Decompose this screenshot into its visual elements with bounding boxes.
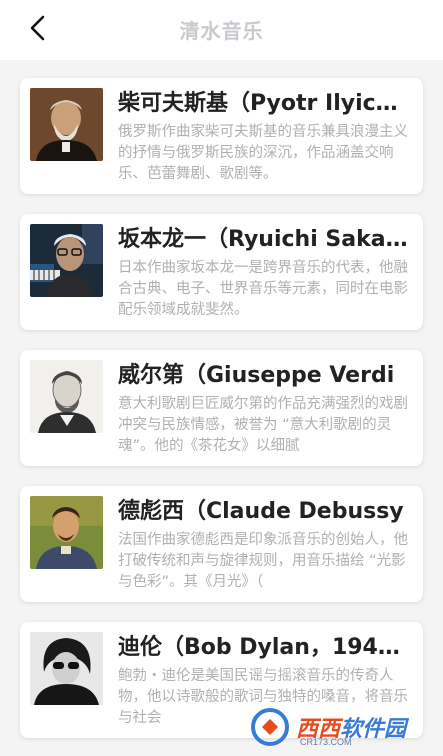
composer-name: 德彪西（Claude Debussy <box>118 499 404 524</box>
composer-card[interactable]: 威尔第（Giuseppe Verdi 意大利歌剧巨匠威尔第的作品充满强烈的戏剧冲… <box>20 350 423 466</box>
composer-card[interactable]: 德彪西（Claude Debussy 法国作曲家德彪西是印象派音乐的创始人，他打… <box>20 486 423 602</box>
composer-portrait <box>30 496 103 569</box>
page-title: 清水音乐 <box>179 19 264 43</box>
composer-description: 俄罗斯作曲家柴可夫斯基的音乐兼具浪漫主义的抒情与俄罗斯民族的深沉，作品涵盖交响乐… <box>118 124 408 182</box>
app-header: 清水音乐 <box>0 0 443 60</box>
composer-portrait <box>30 224 103 297</box>
composer-name: 柴可夫斯基（Pyotr Ilyich Tchaikovsky <box>118 91 413 116</box>
watermark-url: CR173.COM <box>300 737 352 747</box>
composer-description: 日本作曲家坂本龙一是跨界音乐的代表，他融合古典、电子、世界音乐等元素，同时在电影… <box>118 260 408 318</box>
composer-name: 坂本龙一（Ryuichi Sakamoto <box>118 227 413 252</box>
composer-portrait <box>30 360 103 433</box>
composer-card[interactable]: 柴可夫斯基（Pyotr Ilyich Tchaikovsky 俄罗斯作曲家柴可夫… <box>20 78 423 194</box>
composer-card[interactable]: 坂本龙一（Ryuichi Sakamoto 日本作曲家坂本龙一是跨界音乐的代表，… <box>20 214 423 330</box>
composer-portrait <box>30 88 103 161</box>
composer-description: 法国作曲家德彪西是印象派音乐的创始人，他打破传统和声与旋律规则，用音乐描绘 “光… <box>118 532 408 590</box>
composer-portrait <box>30 632 103 705</box>
watermark-logo-icon <box>251 708 289 746</box>
composer-name: 威尔第（Giuseppe Verdi <box>118 363 395 388</box>
composer-name: 迪伦（Bob Dylan，1941- ） <box>118 635 413 660</box>
composer-description: 意大利歌剧巨匠威尔第的作品充满强烈的戏剧冲突与民族情感，被誉为 “意大利歌剧的灵… <box>118 396 408 454</box>
